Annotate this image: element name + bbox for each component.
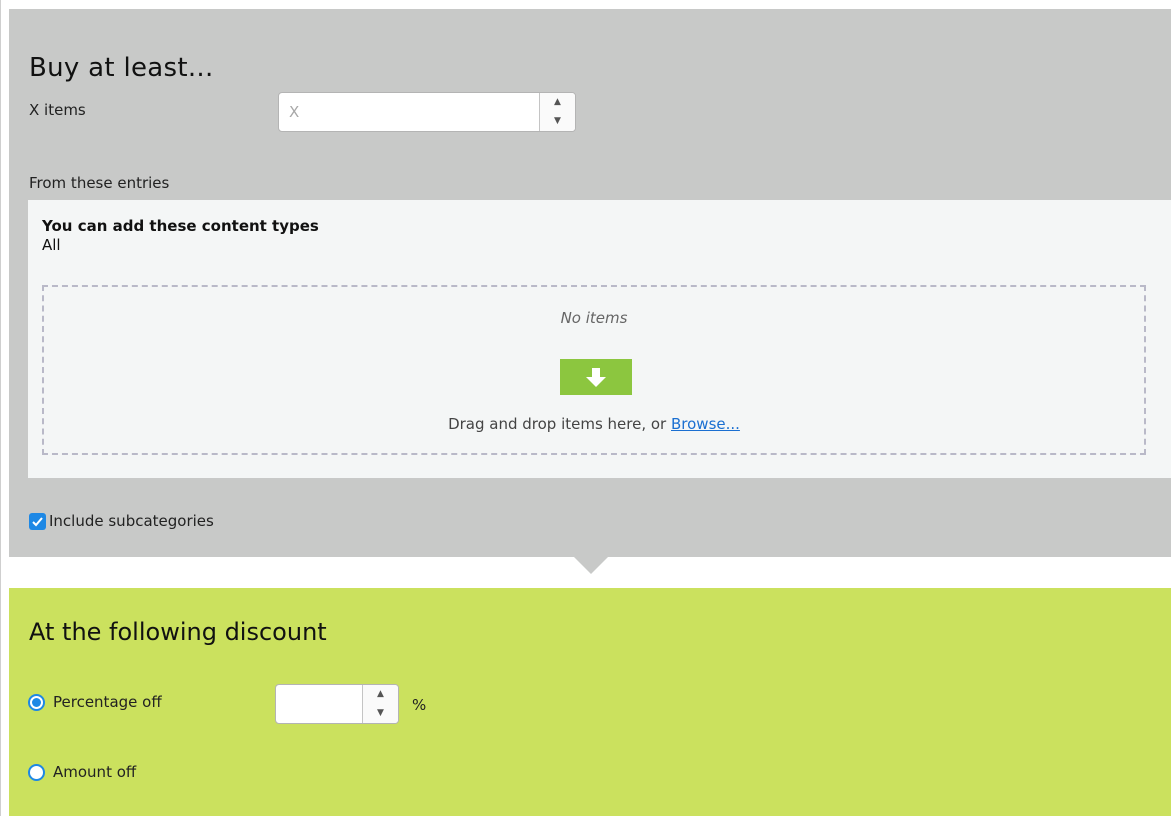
from-entries-label: From these entries xyxy=(29,174,170,192)
browse-link[interactable]: Browse... xyxy=(671,415,740,433)
drop-instructions: Drag and drop items here, or Browse... xyxy=(44,415,1144,433)
amount-off-label: Amount off xyxy=(53,763,137,781)
x-items-input[interactable] xyxy=(279,93,539,131)
caret-down-icon[interactable]: ▼ xyxy=(540,112,575,131)
drop-zone[interactable]: No items Drag and drop items here, or Br… xyxy=(42,285,1146,455)
percentage-off-radio[interactable] xyxy=(28,693,45,711)
download-arrow-icon xyxy=(560,359,632,395)
x-items-label: X items xyxy=(29,101,86,119)
percentage-spinner: ▲ ▼ xyxy=(362,685,398,723)
x-items-spinner: ▲ ▼ xyxy=(539,93,575,131)
percentage-field: ▲ ▼ xyxy=(275,684,399,724)
include-subcategories-checkbox[interactable] xyxy=(29,512,46,530)
caret-down-icon[interactable]: ▼ xyxy=(363,704,398,723)
drag-drop-text: Drag and drop items here, or xyxy=(448,415,671,433)
percentage-input[interactable] xyxy=(276,685,362,723)
buy-at-least-title: Buy at least... xyxy=(29,53,214,83)
content-types-value: All xyxy=(42,236,61,254)
buy-at-least-section: Buy at least... X items ▲ ▼ From these e… xyxy=(9,9,1171,557)
discount-section: At the following discount Percentage off… xyxy=(9,588,1171,816)
checkmark-icon xyxy=(32,516,43,526)
section-connector-notch xyxy=(574,557,608,574)
amount-off-radio[interactable] xyxy=(28,763,45,781)
discount-title: At the following discount xyxy=(29,618,327,646)
percentage-off-label: Percentage off xyxy=(53,693,162,711)
left-border xyxy=(0,0,1,816)
include-subcategories[interactable]: Include subcategories xyxy=(29,512,214,530)
no-items-text: No items xyxy=(560,309,628,327)
caret-up-icon[interactable]: ▲ xyxy=(363,685,398,704)
x-items-field: ▲ ▼ xyxy=(278,92,576,132)
include-subcategories-label: Include subcategories xyxy=(49,512,214,530)
amount-off-option[interactable]: Amount off xyxy=(28,763,136,781)
caret-up-icon[interactable]: ▲ xyxy=(540,93,575,112)
entries-panel: You can add these content types All No i… xyxy=(28,200,1171,478)
content-types-title: You can add these content types xyxy=(42,217,319,235)
percent-unit: % xyxy=(412,696,427,714)
percentage-off-option[interactable]: Percentage off xyxy=(28,693,162,711)
